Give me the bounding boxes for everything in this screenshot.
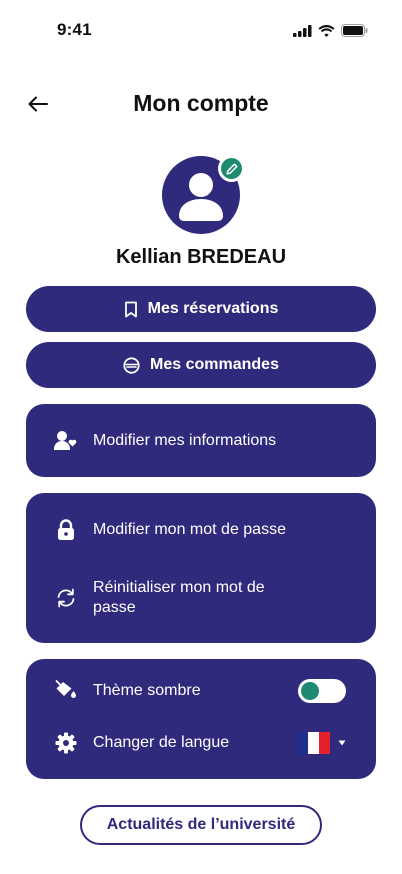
- university-news-button[interactable]: Actualités de l’université: [80, 805, 322, 845]
- refresh-icon: [54, 586, 78, 610]
- change-password-row[interactable]: Modifier mon mot de passe: [26, 509, 376, 551]
- wifi-icon: [318, 24, 335, 37]
- gear-icon: [54, 731, 78, 755]
- pencil-icon: [225, 162, 238, 175]
- edit-info-label: Modifier mes informations: [93, 432, 277, 449]
- caret-down-icon: [338, 740, 346, 746]
- signal-icon: [293, 24, 312, 37]
- dark-theme-label: Thème sombre: [93, 682, 201, 699]
- food-icon: [123, 356, 140, 374]
- language-row[interactable]: Changer de langue: [26, 725, 376, 761]
- page-title: Mon compte: [133, 90, 269, 116]
- edit-info-row[interactable]: Modifier mes informations: [26, 404, 376, 477]
- status-time: 9:41: [57, 20, 92, 39]
- status-icons: [293, 24, 368, 37]
- language-select[interactable]: [297, 732, 346, 754]
- toggle-knob: [301, 682, 319, 700]
- user-name: Kellian BREDEAU: [115, 246, 287, 268]
- password-card: Modifier mon mot de passe Réinitialiser …: [26, 493, 376, 643]
- avatar-container: [162, 155, 245, 236]
- university-news-label: Actualités de l’université: [106, 816, 296, 833]
- dark-theme-toggle[interactable]: [298, 679, 346, 703]
- battery-icon: [341, 24, 368, 37]
- header: Mon compte: [0, 88, 402, 124]
- orders-label: Mes commandes: [150, 356, 279, 373]
- account-info-card: Modifier mes informations: [26, 404, 376, 477]
- user-heart-icon: [54, 429, 78, 453]
- bookmark-icon: [124, 301, 137, 317]
- orders-button[interactable]: Mes commandes: [26, 342, 376, 388]
- reset-password-label: Réinitialiser mon mot de passe: [93, 578, 265, 618]
- reset-password-label-line2: passe: [93, 599, 136, 616]
- status-bar: 9:41: [0, 0, 402, 60]
- reset-password-label-line1: Réinitialiser mon mot de: [93, 579, 265, 596]
- reservations-label: Mes réservations: [147, 300, 279, 317]
- lock-icon: [54, 518, 78, 542]
- france-flag-icon: [297, 732, 330, 754]
- dark-theme-row: Thème sombre: [26, 673, 376, 709]
- language-label: Changer de langue: [93, 734, 230, 751]
- reservations-button[interactable]: Mes réservations: [26, 286, 376, 332]
- reset-password-row[interactable]: Réinitialiser mon mot de passe: [26, 573, 376, 623]
- paint-bucket-icon: [54, 679, 78, 703]
- change-password-label: Modifier mon mot de passe: [93, 521, 286, 538]
- edit-avatar-button[interactable]: [218, 155, 245, 182]
- settings-card: Thème sombre Changer de langue: [26, 659, 376, 779]
